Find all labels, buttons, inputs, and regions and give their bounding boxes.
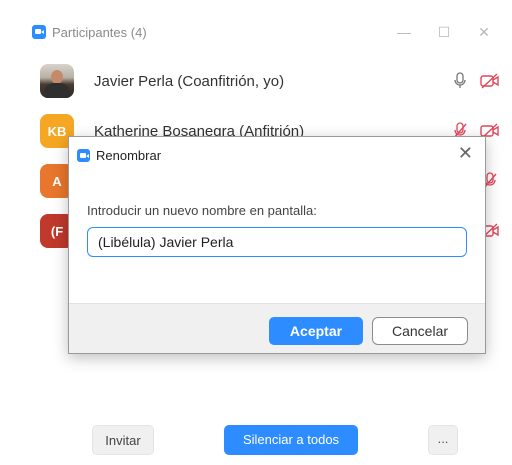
avatar-initials: A <box>52 173 62 189</box>
accept-button[interactable]: Aceptar <box>269 317 363 345</box>
participant-row[interactable]: Javier Perla (Coanfitrión, yo) <box>40 56 512 106</box>
window-titlebar: Participantes (4) — ☐ ✕ <box>32 18 512 46</box>
avatar-photo-head <box>51 70 63 84</box>
close-window-button[interactable]: ✕ <box>464 22 504 42</box>
cancel-button[interactable]: Cancelar <box>372 317 468 345</box>
more-options-button[interactable]: ... <box>428 425 458 455</box>
maximize-button[interactable]: ☐ <box>424 22 464 42</box>
close-icon[interactable]: ✕ <box>458 143 473 163</box>
zoom-logo-icon <box>77 148 90 162</box>
display-name-input[interactable] <box>87 227 467 257</box>
rename-prompt-label: Introducir un nuevo nombre en pantalla: <box>87 203 317 218</box>
invite-button[interactable]: Invitar <box>92 425 154 455</box>
avatar-initials: KB <box>47 123 67 139</box>
video-off-icon[interactable] <box>480 71 500 91</box>
dialog-footer: Aceptar Cancelar <box>69 303 485 353</box>
window-title: Participantes (4) <box>52 24 147 40</box>
zoom-logo-icon <box>32 25 46 39</box>
mute-all-button[interactable]: Silenciar a todos <box>224 425 358 455</box>
microphone-icon[interactable] <box>450 71 470 91</box>
dialog-titlebar: Renombrar <box>77 145 161 165</box>
avatar-initials: (F <box>50 223 64 239</box>
dialog-title: Renombrar <box>96 147 162 163</box>
avatar-photo-body <box>44 83 70 98</box>
rename-dialog: Renombrar ✕ Introducir un nuevo nombre e… <box>68 136 486 354</box>
participants-footer: Invitar Silenciar a todos ... <box>0 425 512 455</box>
participant-name: Javier Perla (Coanfitrión, yo) <box>94 72 285 90</box>
participant-status-icons <box>450 71 500 91</box>
window-controls: — ☐ ✕ <box>384 22 504 42</box>
avatar <box>40 64 74 98</box>
minimize-button[interactable]: — <box>384 22 424 42</box>
